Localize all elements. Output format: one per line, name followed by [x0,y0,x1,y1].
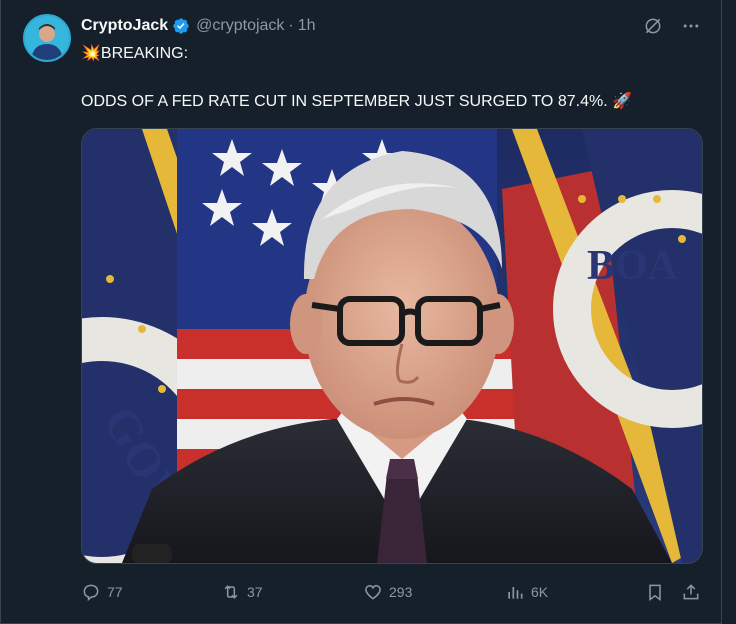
photo-illustration: GOV BOA [82,129,702,563]
views-button[interactable]: 6K [505,578,548,606]
tweet-photo[interactable]: GOV BOA [81,128,703,564]
share-icon [683,584,699,600]
tweet-body-text: ODDS OF A FED RATE CUT IN SEPTEMBER JUST… [81,93,608,110]
seal-text-right: BOA [587,243,679,289]
scrollbar-track[interactable] [722,0,736,624]
breaking-label: BREAKING: [100,45,189,62]
tweet-text-line-2: ODDS OF A FED RATE CUT IN SEPTEMBER JUST… [81,92,632,112]
timestamp[interactable]: 1h [298,16,316,36]
views-chart-icon [508,587,523,599]
bookmark-button[interactable] [645,578,665,606]
like-count: 293 [389,584,413,600]
share-button[interactable] [681,578,701,606]
tweet-text-line-1: 💥BREAKING: [81,44,188,64]
repost-count: 37 [247,584,263,600]
verified-badge-icon [173,18,189,34]
reply-icon [83,584,99,602]
tweet-card[interactable]: CryptoJack @cryptojack · 1h 💥BREAKING: O… [0,0,722,624]
rocket-emoji-icon: 🚀 [612,93,633,110]
views-count: 6K [531,584,549,600]
bookmark-icon [649,584,661,601]
separator-dot: · [288,17,294,34]
reply-button[interactable]: 77 [81,578,123,606]
reply-count: 77 [107,584,123,600]
tweet-header: CryptoJack @cryptojack · 1h [81,16,316,36]
repost-icon [224,585,238,599]
more-icon[interactable] [681,16,701,36]
action-bar: 77 37 293 6K [81,578,703,606]
author-handle[interactable]: @cryptojack [196,16,284,36]
repost-button[interactable]: 37 [221,578,263,606]
like-button[interactable]: 293 [363,578,412,606]
author-name[interactable]: CryptoJack [81,16,168,36]
top-actions [643,16,701,36]
grok-icon[interactable] [643,16,663,36]
heart-icon [365,584,381,600]
avatar[interactable] [23,14,71,62]
collision-emoji-icon: 💥 [81,45,101,62]
